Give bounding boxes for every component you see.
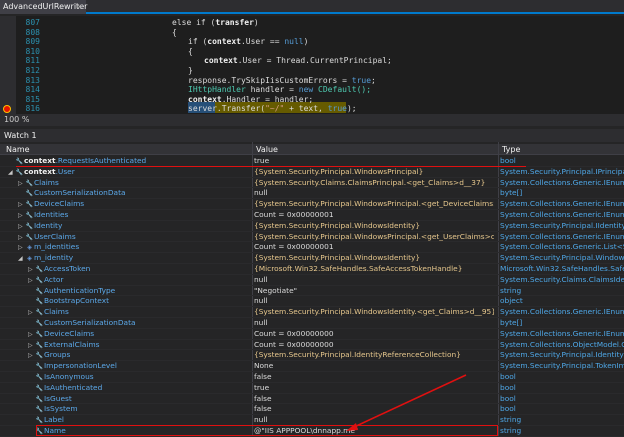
document-tab-bar: AdvancedUrlRewriter × (0, 0, 624, 14)
watch-row-value[interactable]: {System.Security.Principal.WindowsIdenti… (254, 253, 494, 264)
watch-row-type: System.Security.Principal.IIdentity {... (500, 220, 624, 230)
column-header-value[interactable]: Value (256, 144, 278, 155)
watch-column-headers: Name Value Type (0, 144, 624, 155)
watch-row-type: bool (500, 393, 516, 403)
watch-row[interactable]: 🔧IsAuthenticated true bool (0, 383, 624, 394)
watch-row-value[interactable]: None (254, 361, 494, 372)
watch-row-type: bool (500, 382, 516, 392)
watch-row[interactable]: 🔧IsSystem false bool (0, 404, 624, 416)
watch-row[interactable]: 🔧ImpersonationLevel None System.Security.P… (0, 361, 624, 372)
watch-row-value[interactable]: {System.Security.Claims.ClaimsPrincipal.… (254, 178, 494, 189)
watch-window-title: Watch 1 (0, 129, 624, 142)
watch-row-value[interactable]: false (254, 394, 494, 405)
watch-row-type: System.Collections.Generic.IEnume... (500, 177, 624, 187)
watch-rows: 🔧context.RequestIsAuthenticated true bool ◢… (0, 156, 624, 437)
watch-row[interactable]: 🔧CustomSerializationData null byte[] (0, 318, 624, 329)
close-icon[interactable]: × (76, 0, 83, 14)
watch-row-type: System.Collections.Generic.IEnume... (500, 199, 624, 209)
watch-row[interactable]: ◢ 🔧context.User {System.Security.Principal… (0, 167, 624, 178)
watch-row-value[interactable]: {System.Security.Principal.WindowsPrinci… (254, 232, 494, 243)
watch-row-type: System.Collections.Generic.IEnume... (500, 231, 624, 241)
watch-row-value[interactable]: null (254, 318, 494, 329)
watch-row-value[interactable]: {System.Security.Principal.WindowsPrinci… (254, 199, 494, 210)
watch-row-type: System.Security.Claims.ClaimsIden... (500, 274, 624, 284)
code-editor[interactable]: 807 else if (transfer) 808{809 if (context.… (0, 16, 624, 114)
line-number: 816 (25, 104, 40, 114)
watch-row-value[interactable]: Count = 0x00000001 (254, 210, 494, 221)
watch-row-value[interactable]: null (254, 296, 494, 307)
watch-row-type: System.Collections.Generic.List<Sy... (500, 242, 624, 252)
watch-row[interactable]: ▷ 🔧Identity {System.Security.Principal.Win… (0, 221, 624, 232)
watch-row[interactable]: ▷ ◈ m_identities Count = 0x00000001 System.C… (0, 242, 624, 254)
watch-row[interactable]: ▷ 🔧Claims {System.Security.Claims.ClaimsPr… (0, 178, 624, 189)
watch-row-value[interactable]: {System.Security.Principal.WindowsIdenti… (254, 307, 494, 318)
watch-row[interactable]: 🔧BootstrapContext null object (0, 296, 624, 308)
watch-row-value[interactable]: {System.Security.Principal.WindowsPrinci… (254, 167, 494, 178)
watch-title: Watch 1 (4, 131, 37, 140)
watch-row[interactable]: ▷ 🔧ExternalClaims Count = 0x00000000 System… (0, 340, 624, 351)
watch-row-type: System.Security.Principal.TokenIm... (500, 361, 624, 371)
watch-row[interactable]: ▷ 🔧DeviceClaims Count = 0x00000000 System.C… (0, 329, 624, 340)
watch-row[interactable]: ▷ 🔧Identities Count = 0x00000001 System.Col… (0, 210, 624, 221)
watch-row[interactable]: 🔧AuthenticationType "Negotiate" string (0, 286, 624, 297)
document-tab-label: AdvancedUrlRewriter (3, 2, 88, 11)
code-line[interactable]: 816 server.Transfer("~/" + text, true); (0, 103, 624, 114)
code-text: server.Transfer("~/" + text, true); (188, 104, 357, 114)
watch-row-type: System.Collections.Generic.IEnume... (500, 210, 624, 219)
document-tab[interactable]: AdvancedUrlRewriter × (0, 0, 88, 14)
watch-row[interactable]: ▷ 🔧Claims {System.Security.Principal.Windo… (0, 307, 624, 318)
watch-row-type: string (500, 415, 522, 425)
watch-row-value[interactable]: {System.Security.Principal.IdentityRefer… (254, 350, 494, 361)
watch-row-type: object (500, 296, 523, 306)
watch-row-type: System.Security.Principal.Windows... (500, 253, 624, 263)
watch-row-value[interactable]: null (254, 275, 494, 286)
watch-row-type: string (500, 285, 522, 295)
watch-row-type: string (500, 426, 522, 435)
editor-status-bar: 100 % (0, 114, 624, 126)
watch-row-value[interactable]: Count = 0x00000000 (254, 340, 494, 351)
watch-row[interactable]: ▷ 🔧UserClaims {System.Security.Principal.W… (0, 232, 624, 243)
watch-row-value[interactable]: true (254, 383, 494, 394)
watch-row-value[interactable]: false (254, 404, 494, 415)
watch-row[interactable]: ▷ 🔧Groups {System.Security.Principal.Ident… (0, 350, 624, 362)
watch-row[interactable]: ▷ 🔧DeviceClaims {System.Security.Principal… (0, 199, 624, 210)
watch-row-type: byte[] (500, 188, 523, 198)
watch-row[interactable]: 🔧IsAnonymous false bool (0, 372, 624, 383)
watch-row-type: System.Collections.ObjectModel.C... (500, 339, 624, 349)
zoom-level[interactable]: 100 % (4, 115, 29, 124)
watch-row-type: System.Collections.Generic.IEnume... (500, 328, 624, 338)
watch-row-type: System.Security.Principal.IPrincipal... (500, 166, 624, 176)
watch-row[interactable]: 🔧CustomSerializationData null byte[] (0, 188, 624, 200)
watch-row-type: Microsoft.Win32.SafeHandles.SafeA... (500, 264, 624, 273)
watch-row-value[interactable]: null (254, 188, 494, 199)
watch-row-value[interactable]: {Microsoft.Win32.SafeHandles.SafeAccessT… (254, 264, 494, 275)
watch-row-value[interactable]: false (254, 372, 494, 383)
watch-row-value[interactable]: "Negotiate" (254, 286, 494, 297)
watch-row-type: System.Security.Principal.IdentityR... (500, 350, 624, 360)
watch-row-type: bool (500, 404, 516, 414)
watch-row-value[interactable]: {System.Security.Principal.WindowsIdenti… (254, 221, 494, 232)
annotation-underline (16, 166, 526, 167)
annotation-box (36, 425, 498, 436)
watch-row[interactable]: ▷ 🔧AccessToken {Microsoft.Win32.SafeHandle… (0, 264, 624, 275)
watch-row[interactable]: ◢ ◈ m_identity {System.Security.Principal.W… (0, 253, 624, 264)
watch-row-value[interactable]: Count = 0x00000000 (254, 329, 494, 340)
watch-row-type: byte[] (500, 318, 523, 327)
watch-row-type: bool (500, 372, 516, 381)
watch-row[interactable]: ▷ 🔧Actor null System.Security.Claims.Claims… (0, 275, 624, 286)
watch-row[interactable]: 🔧IsGuest false bool (0, 394, 624, 405)
watch-row-type: System.Collections.Generic.IEnume... (500, 307, 624, 317)
watch-row-value[interactable]: Count = 0x00000001 (254, 242, 494, 253)
column-header-type[interactable]: Type (502, 144, 520, 155)
column-header-name[interactable]: Name (6, 144, 30, 155)
